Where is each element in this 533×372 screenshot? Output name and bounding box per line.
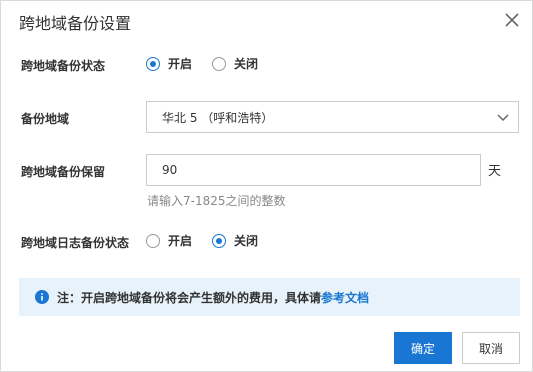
radio-label: 开启: [168, 57, 193, 71]
radio-label: 关闭: [234, 234, 259, 248]
log-backup-status-label: 跨地域日志备份状态: [21, 236, 130, 250]
backup-status-radio-group: 开启 关闭: [146, 55, 278, 72]
chevron-down-icon: [496, 110, 510, 124]
cancel-button[interactable]: 取消: [462, 332, 520, 364]
log-backup-off-radio[interactable]: 关闭: [212, 232, 258, 249]
log-backup-status-radio-group: 开启 关闭: [146, 232, 278, 249]
backup-retention-input[interactable]: [146, 154, 481, 186]
close-button[interactable]: [503, 11, 521, 29]
confirm-button[interactable]: 确定: [394, 332, 452, 364]
dialog-title: 跨地域备份设置: [19, 14, 132, 33]
retention-unit: 天: [488, 164, 502, 179]
backup-status-on-radio[interactable]: 开启: [146, 55, 192, 72]
backup-region-label: 备份地域: [21, 112, 70, 126]
backup-status-off-radio[interactable]: 关闭: [212, 55, 258, 72]
retention-hint: 请输入7-1825之间的整数: [147, 194, 286, 208]
cost-notice: 注：开启跨地域备份将会产生额外的费用，具体请 参考文档: [19, 278, 520, 316]
close-icon: [503, 11, 521, 29]
info-icon: [35, 290, 49, 304]
backup-status-label: 跨地域备份状态: [21, 59, 106, 73]
radio-checked-icon: [212, 233, 227, 248]
backup-region-value: 华北 5 （呼和浩特）: [162, 110, 274, 125]
notice-text: 注：开启跨地域备份将会产生额外的费用，具体请: [57, 290, 322, 305]
radio-unchecked-icon: [146, 233, 160, 248]
radio-label: 关闭: [234, 57, 259, 71]
backup-retention-label: 跨地域备份保留: [21, 165, 106, 179]
backup-region-select[interactable]: 华北 5 （呼和浩特）: [146, 101, 519, 133]
cross-region-backup-dialog: 跨地域备份设置 跨地域备份状态 开启 关闭 备份地域 华北 5 （呼和浩特） 跨…: [0, 0, 533, 372]
reference-doc-link[interactable]: 参考文档: [321, 289, 369, 306]
radio-checked-icon: [146, 56, 160, 71]
radio-unchecked-icon: [212, 56, 227, 71]
log-backup-on-radio[interactable]: 开启: [146, 232, 192, 249]
radio-label: 开启: [168, 234, 193, 248]
